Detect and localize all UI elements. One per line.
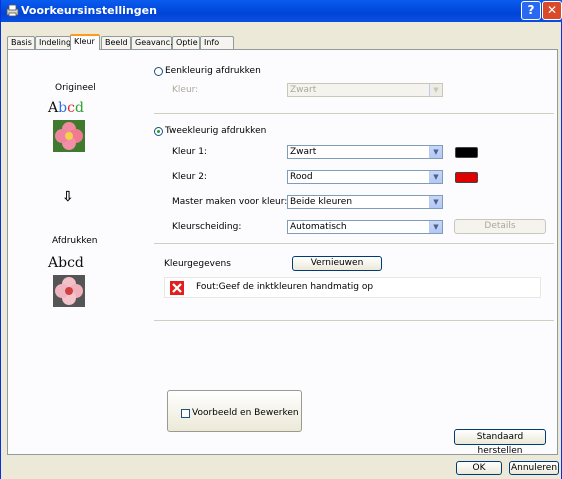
color1-swatch xyxy=(455,147,478,158)
error-x-icon xyxy=(170,281,184,295)
tab-geavanc[interactable]: Geavanc. xyxy=(131,36,173,49)
printer-app-icon xyxy=(6,4,19,17)
color-data-label: Kleurgegevens xyxy=(164,259,231,269)
mono-radio[interactable] xyxy=(154,67,163,76)
divider xyxy=(154,320,554,321)
window-title: Voorkeursinstellingen xyxy=(21,4,157,17)
chevron-down-icon: ▼ xyxy=(429,146,442,158)
error-box: Fout:Geef de inktkleuren handmatig op xyxy=(164,277,541,298)
cancel-button[interactable]: Annuleren xyxy=(509,461,559,475)
separation-label: Kleurscheiding: xyxy=(172,222,242,232)
original-flower-image xyxy=(53,120,85,152)
color2-swatch xyxy=(455,172,478,183)
divider xyxy=(154,113,554,114)
kleur-panel: Origineel Abcd ⇩ Afdrukken Abcd Eenkleur… xyxy=(7,49,558,456)
error-message: Fout:Geef de inktkleuren handmatig op xyxy=(196,282,374,292)
mono-color-label: Kleur: xyxy=(172,85,199,95)
duo-radio-label: Tweekleurig afdrukken xyxy=(165,126,267,136)
title-bar: Voorkeursinstellingen ? ✕ xyxy=(1,0,562,22)
tab-kleur[interactable]: Kleur xyxy=(70,34,100,50)
output-flower-image xyxy=(53,275,85,307)
refresh-button[interactable]: Vernieuwen xyxy=(292,256,382,271)
chevron-down-icon: ▼ xyxy=(429,221,442,233)
chevron-down-icon: ▼ xyxy=(429,171,442,183)
output-sample-text: Abcd xyxy=(48,255,84,271)
preview-edit-checkbox[interactable] xyxy=(181,409,190,418)
divider xyxy=(154,243,554,244)
close-button[interactable]: ✕ xyxy=(542,1,562,20)
color1-label: Kleur 1: xyxy=(172,147,207,157)
mono-radio-label: Eenkleurig afdrukken xyxy=(165,66,261,76)
color1-select[interactable]: Zwart ▼ xyxy=(287,145,443,159)
preview-edit-label: Voorbeeld en Bewerken xyxy=(192,408,299,418)
original-sample-text: Abcd xyxy=(48,100,84,116)
tab-info[interactable]: Info xyxy=(200,36,234,49)
original-label: Origineel xyxy=(55,83,96,93)
ok-button[interactable]: OK xyxy=(456,461,502,475)
separation-select[interactable]: Automatisch ▼ xyxy=(287,220,443,234)
tab-indeling[interactable]: Indeling xyxy=(35,36,71,49)
output-label: Afdrukken xyxy=(52,236,98,246)
master-label: Master maken voor kleur: xyxy=(172,197,288,207)
master-select[interactable]: Beide kleuren ▼ xyxy=(287,195,443,209)
details-button[interactable]: Details xyxy=(454,219,546,234)
preview-edit-button[interactable]: Voorbeeld en Bewerken xyxy=(167,390,302,432)
restore-defaults-button[interactable]: Standaard herstellen xyxy=(454,429,546,456)
tab-optie[interactable]: Optie xyxy=(172,36,200,49)
dialog-window: Voorkeursinstellingen ? ✕ Basis Indeling… xyxy=(0,0,562,479)
chevron-down-icon: ▼ xyxy=(429,84,442,96)
tab-basis[interactable]: Basis xyxy=(7,36,35,49)
down-arrow-icon: ⇩ xyxy=(62,189,74,205)
color2-label: Kleur 2: xyxy=(172,172,207,182)
help-button[interactable]: ? xyxy=(521,1,541,20)
color2-select[interactable]: Rood ▼ xyxy=(287,170,443,184)
chevron-down-icon: ▼ xyxy=(429,196,442,208)
tab-beeld[interactable]: Beeld xyxy=(101,36,131,49)
duo-radio[interactable] xyxy=(154,127,163,136)
mono-color-select[interactable]: Zwart ▼ xyxy=(287,83,443,97)
